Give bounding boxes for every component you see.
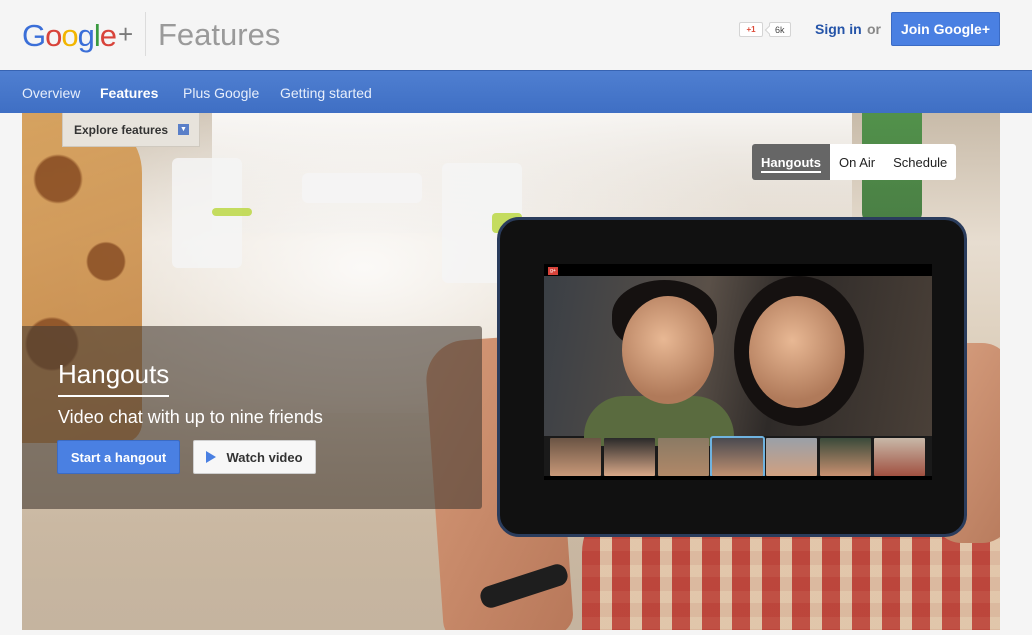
feature-subtitle: Video chat with up to nine friends xyxy=(58,407,323,427)
background-table xyxy=(302,173,422,203)
feature-title: Hangouts xyxy=(58,359,170,389)
participant-thumbnail[interactable] xyxy=(766,438,817,476)
participant-strip xyxy=(550,436,928,478)
participant-thumbnail[interactable] xyxy=(658,438,709,476)
plusone-widget[interactable]: +1 6k xyxy=(739,22,791,37)
google-plus-icon: g+ xyxy=(548,267,558,275)
join-google-plus-button[interactable]: Join Google+ xyxy=(891,12,1000,46)
plusone-count: 6k xyxy=(769,22,791,37)
nav-bar xyxy=(544,476,932,480)
hero-banner: g+ Explore features ▼ Hangouts On Air Sc… xyxy=(22,113,1000,630)
participant-thumbnail[interactable] xyxy=(874,438,925,476)
logo-divider xyxy=(145,12,146,56)
participant-thumbnail-selected[interactable] xyxy=(710,436,765,478)
plusone-icon[interactable]: +1 xyxy=(739,22,763,37)
page-header: Google+ Features +1 6k Sign in or Join G… xyxy=(0,0,1032,70)
explore-features-label: Explore features xyxy=(74,122,169,137)
nav-item-plus-google[interactable]: Plus Google xyxy=(183,85,259,101)
main-nav: Overview Features Plus Google Getting st… xyxy=(0,70,1032,113)
video-person-face xyxy=(749,296,845,408)
nav-item-getting-started[interactable]: Getting started xyxy=(280,85,372,101)
tab-schedule[interactable]: Schedule xyxy=(884,144,957,180)
page-title: Features xyxy=(158,17,281,52)
tab-hangouts[interactable]: Hangouts xyxy=(752,144,830,180)
video-person-face xyxy=(622,296,714,404)
participant-thumbnail[interactable] xyxy=(820,438,871,476)
or-label: or xyxy=(867,21,881,37)
participant-thumbnail[interactable] xyxy=(550,438,601,476)
tablet-device: g+ xyxy=(497,217,967,537)
signin-link[interactable]: Sign in xyxy=(815,21,862,37)
main-video-feed xyxy=(544,276,932,446)
status-bar: g+ xyxy=(544,264,932,276)
play-icon xyxy=(206,451,217,463)
background-lime-seat xyxy=(212,208,252,216)
feature-info-panel: Hangouts Video chat with up to nine frie… xyxy=(22,326,482,509)
chevron-down-icon: ▼ xyxy=(178,124,189,135)
nav-item-features[interactable]: Features xyxy=(100,85,158,101)
watch-video-button[interactable]: Watch video xyxy=(193,440,316,474)
participant-thumbnail[interactable] xyxy=(604,438,655,476)
feature-tabs: Hangouts On Air Schedule xyxy=(752,144,957,180)
watch-video-label: Watch video xyxy=(226,449,303,465)
google-plus-logo[interactable]: Google+ xyxy=(22,18,133,54)
nav-item-overview[interactable]: Overview xyxy=(22,85,80,101)
tab-on-air[interactable]: On Air xyxy=(829,144,885,180)
start-hangout-button[interactable]: Start a hangout xyxy=(57,440,180,474)
hangout-screen: g+ xyxy=(544,264,932,480)
title-underline xyxy=(58,395,169,397)
explore-features-dropdown[interactable]: Explore features ▼ xyxy=(62,113,200,147)
